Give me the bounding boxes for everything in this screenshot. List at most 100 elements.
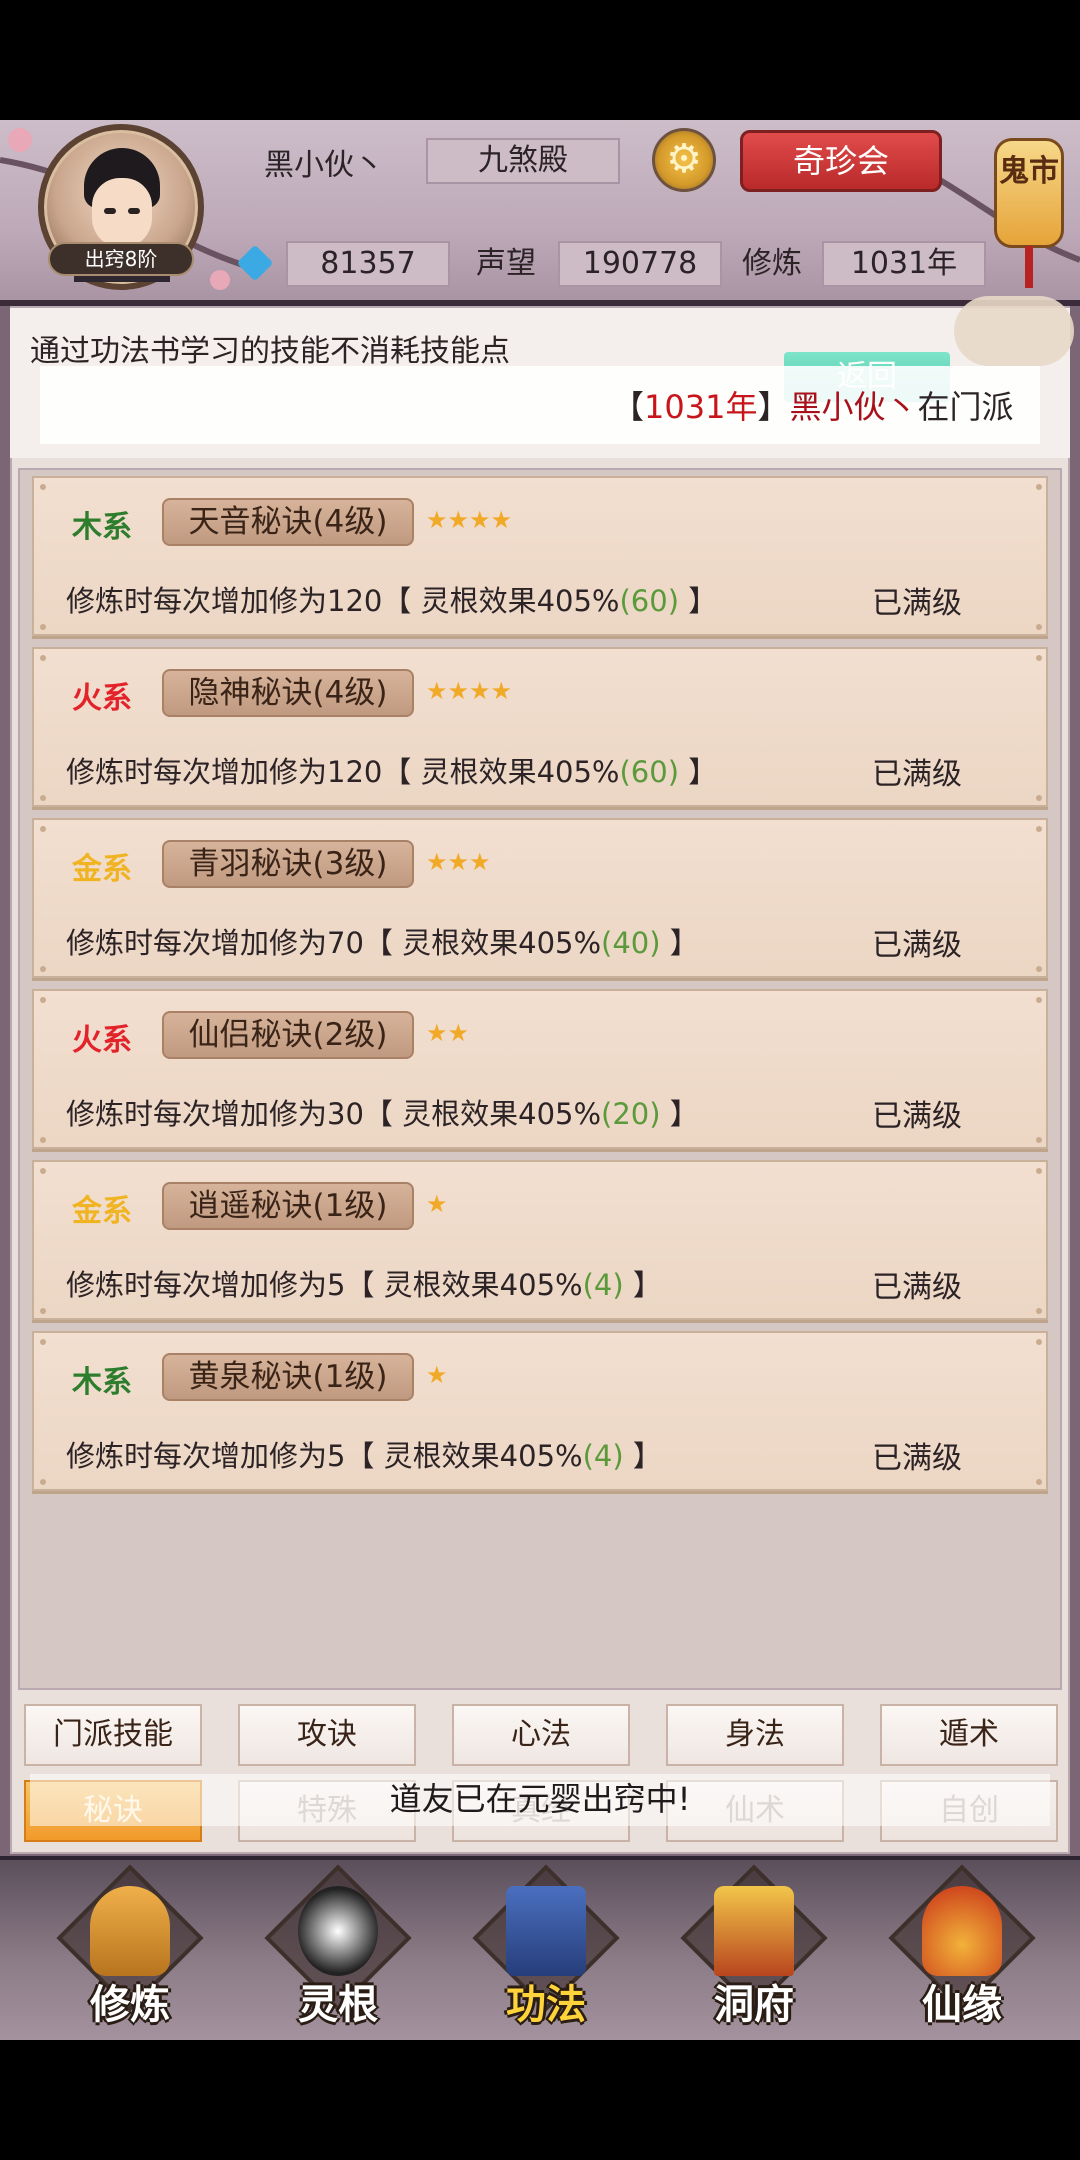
card-corner-dot	[40, 484, 46, 490]
marquee-year: 1031年	[644, 388, 758, 426]
skill-description: 修炼时每次增加修为70【 灵根效果405%(40) 】	[66, 920, 699, 962]
gear-icon[interactable]: ⚙	[652, 128, 716, 192]
nav-techniques[interactable]: 功法	[472, 1864, 620, 2028]
desc-bonus: (4)	[582, 1439, 624, 1473]
avatar-eye	[104, 208, 116, 214]
card-corner-dot	[1036, 1137, 1042, 1143]
card-corner-dot	[40, 1308, 46, 1314]
card-corner-dot	[40, 966, 46, 972]
skill-description: 修炼时每次增加修为5【 灵根效果405%(4) 】	[66, 1433, 662, 1475]
card-corner-dot	[40, 1137, 46, 1143]
skill-description: 修炼时每次增加修为120【 灵根效果405%(60) 】	[66, 578, 717, 620]
lantern-tassel	[1025, 246, 1033, 288]
skill-name: 青羽秘诀(3级)	[162, 840, 414, 888]
card-corner-dot	[40, 1339, 46, 1345]
star-rating: ★★★★	[426, 677, 513, 705]
card-corner-dot	[1036, 795, 1042, 801]
star-rating: ★★★★	[426, 506, 513, 534]
nav-spirit-root[interactable]: 灵根	[264, 1864, 412, 2028]
skill-card[interactable]: 火系 仙侣秘诀(2级) ★★ 修炼时每次增加修为30【 灵根效果405%(20) 】 已…	[32, 989, 1048, 1149]
skill-description: 修炼时每次增加修为120【 灵根效果405%(60) 】	[66, 749, 717, 791]
treasure-button[interactable]: 奇珍会	[740, 130, 942, 192]
desc-close: 】	[660, 1097, 699, 1131]
skill-name: 逍遥秘诀(1级)	[162, 1182, 414, 1230]
max-level-status: 已满级	[872, 757, 962, 792]
marquee-text: 【1031年】黑小伙丶在门派	[612, 382, 1014, 428]
card-corner-dot	[1036, 997, 1042, 1003]
cultivation-value: 1031年	[822, 241, 986, 287]
prestige-label: 声望	[476, 246, 536, 281]
tab-sect-skills[interactable]: 门派技能	[24, 1704, 202, 1766]
cloud-decoration	[954, 296, 1074, 366]
nav-cave[interactable]: 洞府	[680, 1864, 828, 2028]
card-corner-dot	[40, 997, 46, 1003]
desc-close: 】	[623, 1439, 662, 1473]
top-bar	[0, 0, 1080, 120]
star-rating: ★	[426, 1361, 448, 1389]
announcement-marquee: 【1031年】黑小伙丶在门派	[40, 366, 1040, 444]
card-corner-dot	[1036, 1168, 1042, 1174]
nav-label: 仙缘	[922, 1982, 1002, 2028]
card-corner-dot	[40, 1168, 46, 1174]
max-level-status: 已满级	[872, 586, 962, 621]
rank-badge: 出窍8阶	[48, 242, 194, 276]
star-rating: ★★	[426, 1019, 470, 1047]
ghost-market-button[interactable]: 鬼市	[994, 128, 1064, 288]
nav-label: 灵根	[298, 1982, 378, 2028]
lantern-icon: 鬼市	[994, 138, 1064, 248]
bracket-open: 【	[612, 388, 645, 426]
card-corner-dot	[1036, 1308, 1042, 1314]
skill-name: 天音秘诀(4级)	[162, 498, 414, 546]
cultivation-label: 修炼	[742, 246, 802, 281]
skill-card[interactable]: 木系 天音秘诀(4级) ★★★★ 修炼时每次增加修为120【 灵根效果405%(60)…	[32, 476, 1048, 636]
monk-icon	[90, 1886, 170, 1976]
desc-close: 】	[660, 926, 699, 960]
bracket-close: 】	[757, 388, 790, 426]
card-corner-dot	[1036, 826, 1042, 832]
card-corner-dot	[1036, 484, 1042, 490]
tab-body[interactable]: 身法	[666, 1704, 844, 1766]
bottom-bar	[0, 2040, 1080, 2160]
card-corner-dot	[40, 1479, 46, 1485]
tab-escape[interactable]: 遁术	[880, 1704, 1058, 1766]
desc-text: 修炼时每次增加修为5【 灵根效果405%	[66, 1439, 583, 1473]
desc-text: 修炼时每次增加修为70【 灵根效果405%	[66, 926, 602, 960]
skill-name: 黄泉秘诀(1级)	[162, 1353, 414, 1401]
skill-element: 火系	[72, 681, 132, 716]
tab-attack[interactable]: 攻诀	[238, 1704, 416, 1766]
desc-text: 修炼时每次增加修为120【 灵根效果405%	[66, 584, 620, 618]
sword-yinyang-icon	[298, 1886, 378, 1976]
star-rating: ★	[426, 1190, 448, 1218]
card-corner-dot	[1036, 624, 1042, 630]
avatar-face	[92, 178, 152, 248]
book-icon	[506, 1886, 586, 1976]
skill-card[interactable]: 金系 青羽秘诀(3级) ★★★ 修炼时每次增加修为70【 灵根效果405%(40) 】…	[32, 818, 1048, 978]
desc-bonus: (60)	[619, 755, 680, 789]
card-corner-dot	[40, 655, 46, 661]
tab-mind[interactable]: 心法	[452, 1704, 630, 1766]
skill-name: 隐神秘诀(4级)	[162, 669, 414, 717]
spirit-stones-value: 81357	[286, 241, 450, 287]
nav-fate[interactable]: 仙缘	[888, 1864, 1036, 2028]
skill-element: 火系	[72, 1023, 132, 1058]
desc-close: 】	[679, 584, 718, 618]
desc-close: 】	[679, 755, 718, 789]
skill-card[interactable]: 火系 隐神秘诀(4级) ★★★★ 修炼时每次增加修为120【 灵根效果405%(60)…	[32, 647, 1048, 807]
desc-close: 】	[623, 1268, 662, 1302]
info-note: 通过功法书学习的技能不消耗技能点	[30, 334, 510, 369]
sect-name: 九煞殿	[426, 138, 620, 184]
card-corner-dot	[40, 826, 46, 832]
max-level-status: 已满级	[872, 1099, 962, 1134]
skill-card[interactable]: 金系 逍遥秘诀(1级) ★ 修炼时每次增加修为5【 灵根效果405%(4) 】 已满级	[32, 1160, 1048, 1320]
nav-cultivate[interactable]: 修炼	[56, 1864, 204, 2028]
skill-description: 修炼时每次增加修为30【 灵根效果405%(20) 】	[66, 1091, 699, 1133]
card-corner-dot	[1036, 966, 1042, 972]
skill-element: 金系	[72, 852, 132, 887]
skill-card[interactable]: 木系 黄泉秘诀(1级) ★ 修炼时每次增加修为5【 灵根效果405%(4) 】 已满级	[32, 1331, 1048, 1491]
max-level-status: 已满级	[872, 1270, 962, 1305]
skill-name: 仙侣秘诀(2级)	[162, 1011, 414, 1059]
star-rating: ★★★	[426, 848, 491, 876]
skill-element: 木系	[72, 510, 132, 545]
skill-description: 修炼时每次增加修为5【 灵根效果405%(4) 】	[66, 1262, 662, 1304]
desc-bonus: (40)	[601, 926, 661, 960]
